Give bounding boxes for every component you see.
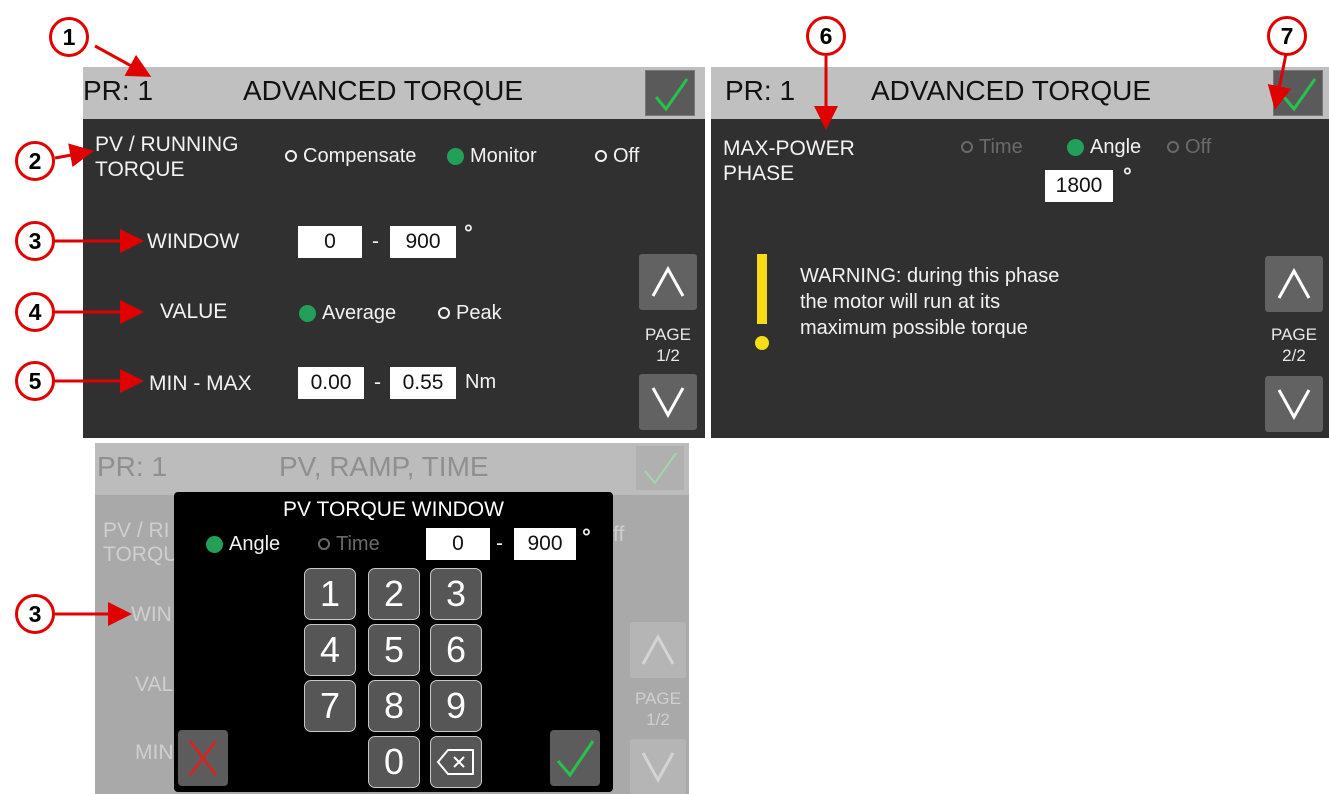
arrow-7 [1267,53,1292,110]
callout-3: 3 [15,221,55,261]
arrow-1 [94,44,152,77]
arrow-2 [54,143,94,168]
callout-4: 4 [15,292,55,332]
callout-3b: 3 [15,594,55,634]
callout-1: 1 [49,17,89,57]
callout-7: 7 [1267,16,1307,56]
callout-6: 6 [806,16,846,56]
callout-2: 2 [15,141,55,181]
callout-5: 5 [15,361,55,401]
callout-arrows [54,44,1292,626]
